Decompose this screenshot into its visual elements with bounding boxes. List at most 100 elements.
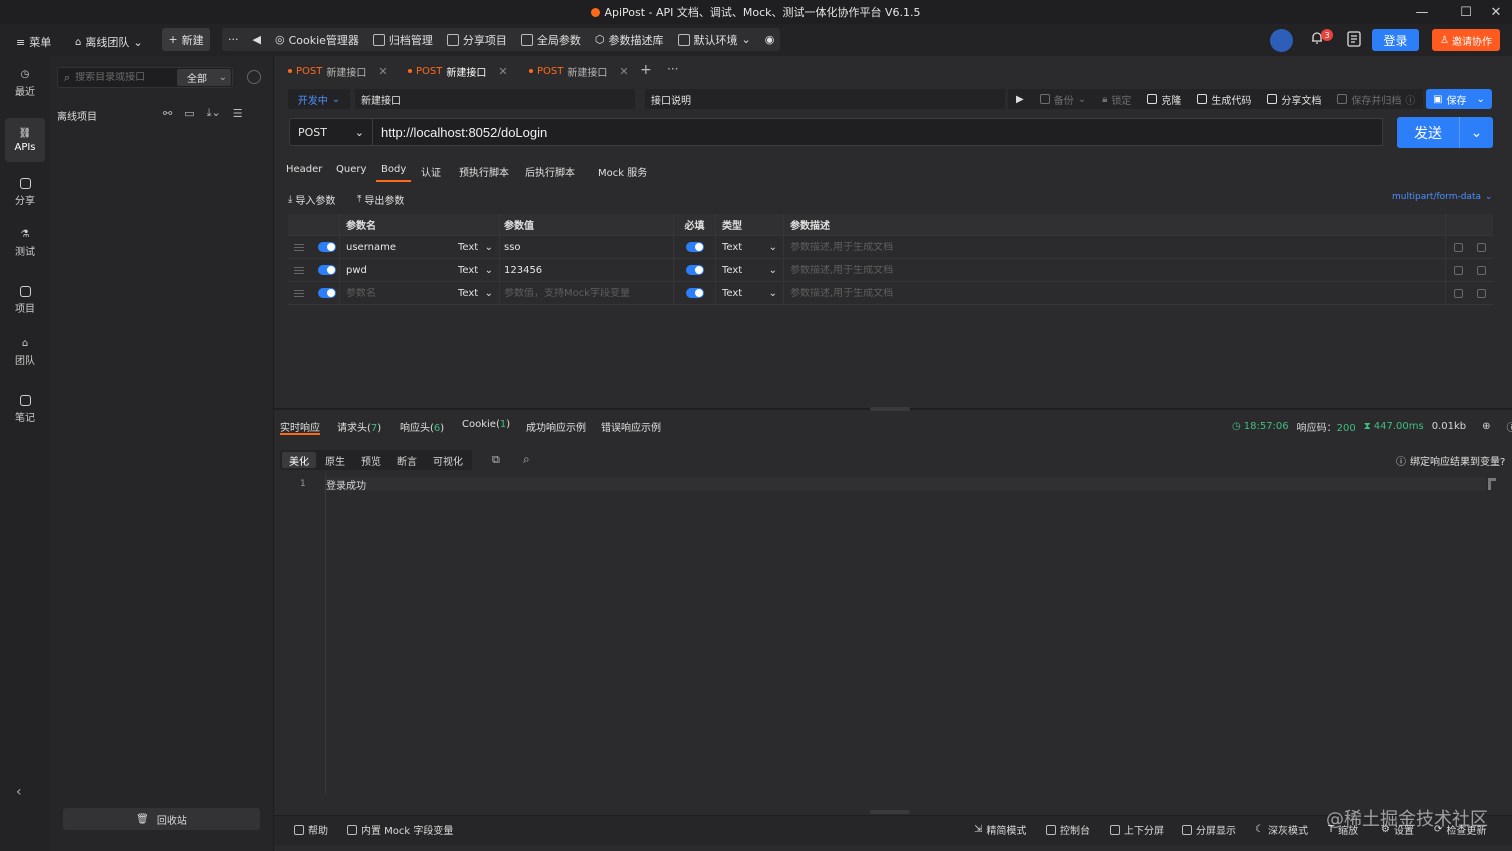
cube-icon[interactable] bbox=[1454, 265, 1463, 275]
nav-project[interactable]: 项目 bbox=[5, 278, 45, 322]
tab-api-3[interactable]: POST 新建接口 ✕ bbox=[523, 60, 635, 82]
backup-button[interactable]: 备份 ⌄ bbox=[1039, 92, 1086, 107]
view-assert[interactable]: 断言 bbox=[390, 452, 424, 468]
tab-post-script[interactable]: 后执行脚本 bbox=[525, 164, 575, 182]
view-visualize[interactable]: 可视化 bbox=[426, 452, 470, 468]
tab-pre-script[interactable]: 预执行脚本 bbox=[459, 164, 509, 182]
eye-icon[interactable]: ◉ bbox=[765, 33, 775, 46]
globe-icon[interactable]: ⊕ bbox=[1482, 421, 1490, 432]
trash-icon[interactable] bbox=[1477, 265, 1486, 275]
required-toggle[interactable] bbox=[685, 265, 704, 275]
minimize-button[interactable]: — bbox=[1404, 0, 1440, 24]
drag-handle-icon[interactable] bbox=[294, 243, 304, 251]
status-selector[interactable]: 开发中 ⌄ bbox=[288, 89, 350, 109]
run-icon[interactable]: ▶ bbox=[1016, 94, 1024, 105]
search-input[interactable] bbox=[75, 72, 176, 83]
method-select[interactable]: POST ⌄ bbox=[289, 118, 373, 146]
param-type-select[interactable]: Text ⌄ bbox=[452, 242, 499, 253]
view-preview[interactable]: 预览 bbox=[354, 452, 388, 468]
locate-icon[interactable] bbox=[247, 70, 261, 84]
enable-toggle[interactable] bbox=[318, 242, 336, 252]
add-api-icon[interactable]: ⚯ bbox=[163, 107, 172, 120]
help-button[interactable]: 帮助 bbox=[294, 822, 328, 837]
nav-apis[interactable]: ⛓ APIs bbox=[5, 118, 45, 162]
tab-api-2[interactable]: POST 新建接口 ✕ bbox=[402, 60, 514, 82]
nav-test[interactable]: ⚗ 测试 bbox=[5, 221, 45, 265]
bind-variable-link[interactable]: ⓘ 绑定响应结果到变量? bbox=[1396, 453, 1505, 468]
tab-more-icon[interactable]: ··· bbox=[667, 62, 678, 76]
view-raw[interactable]: 原生 bbox=[318, 452, 352, 468]
import-icon[interactable]: ⤓⌄ bbox=[207, 106, 221, 120]
env-selector[interactable]: 默认环境 ⌄ bbox=[677, 32, 751, 48]
param-name-input[interactable] bbox=[346, 287, 447, 299]
tab-header[interactable]: Header bbox=[286, 164, 322, 182]
param-name-input[interactable] bbox=[346, 241, 447, 253]
enable-toggle[interactable] bbox=[318, 265, 336, 275]
back-arrow-icon[interactable]: ◀ bbox=[253, 33, 261, 46]
copy-icon[interactable]: ⧉ bbox=[492, 453, 500, 467]
response-editor[interactable] bbox=[284, 474, 1500, 794]
simple-mode-button[interactable]: ⇲ 精简模式 bbox=[974, 822, 1026, 837]
content-type-select[interactable]: multipart/form-data ⌄ bbox=[1392, 192, 1493, 202]
cookie-manager-button[interactable]: ◎ Cookie管理器 bbox=[275, 32, 359, 48]
mock-fields-button[interactable]: 内置 Mock 字段变量 bbox=[347, 822, 453, 837]
field-type-select[interactable]: Text ⌄ bbox=[716, 242, 783, 253]
enable-toggle[interactable] bbox=[318, 288, 336, 298]
field-type-select[interactable]: Text ⌄ bbox=[716, 265, 783, 276]
archive-button[interactable]: 归档管理 bbox=[372, 32, 433, 48]
api-name-input[interactable] bbox=[355, 89, 635, 109]
tab-response-headers[interactable]: 响应头(6) bbox=[400, 419, 444, 435]
import-params-button[interactable]: ⤓ 导入参数 bbox=[288, 192, 335, 207]
tab-request-headers[interactable]: 请求头(7) bbox=[337, 419, 381, 435]
param-value-input[interactable] bbox=[504, 241, 665, 253]
trash-icon[interactable] bbox=[1477, 242, 1486, 252]
nav-recent[interactable]: ◷ 最近 bbox=[5, 61, 45, 105]
sort-icon[interactable]: ☰ bbox=[233, 107, 243, 120]
required-toggle[interactable] bbox=[685, 288, 704, 298]
menu-button[interactable]: ≡ 菜单 bbox=[16, 34, 51, 50]
close-icon[interactable]: ✕ bbox=[498, 65, 507, 78]
param-name-input[interactable] bbox=[346, 264, 447, 276]
add-folder-icon[interactable]: ▭ bbox=[184, 107, 194, 120]
minimap-indicator[interactable] bbox=[1488, 478, 1496, 490]
share-project-button[interactable]: 分享项目 bbox=[446, 32, 507, 48]
close-icon[interactable]: ✕ bbox=[619, 65, 628, 78]
param-value-input[interactable] bbox=[504, 287, 665, 299]
param-desc-input[interactable] bbox=[790, 264, 1413, 276]
close-window-button[interactable]: ✕ bbox=[1478, 0, 1512, 24]
api-desc-input[interactable] bbox=[645, 89, 1005, 109]
export-params-button[interactable]: ⤒ 导出参数 bbox=[357, 192, 404, 207]
add-tab-icon[interactable]: + bbox=[640, 62, 652, 78]
save-archive-button[interactable]: 保存并归档 ⓘ bbox=[1337, 92, 1415, 107]
nav-share[interactable]: 分享 bbox=[5, 170, 45, 214]
team-selector[interactable]: ⌂ 离线团队 ⌄ bbox=[75, 34, 143, 50]
doc-icon[interactable] bbox=[1347, 31, 1361, 47]
param-type-select[interactable]: Text ⌄ bbox=[452, 288, 499, 299]
chevron-down-icon[interactable]: ⌄ bbox=[1460, 125, 1493, 141]
param-desc-input[interactable] bbox=[790, 241, 1413, 253]
field-type-select[interactable]: Text ⌄ bbox=[716, 288, 783, 299]
clone-button[interactable]: 克隆 bbox=[1147, 92, 1181, 107]
console-button[interactable]: 控制台 bbox=[1046, 822, 1090, 837]
collapse-sidebar-icon[interactable]: ‹ bbox=[16, 784, 22, 800]
tab-error-example[interactable]: 错误响应示例 bbox=[601, 419, 661, 435]
invite-button[interactable]: ♙ 邀请协作 bbox=[1432, 29, 1500, 51]
drag-handle-icon[interactable] bbox=[294, 289, 304, 297]
save-button[interactable]: ▣ 保存 ⌄ bbox=[1426, 89, 1492, 109]
view-pretty[interactable]: 美化 bbox=[282, 452, 316, 468]
tab-cookie[interactable]: Cookie(1) bbox=[462, 419, 510, 435]
filter-select[interactable]: 全部 ⌄ bbox=[177, 69, 231, 86]
param-desc-input[interactable] bbox=[790, 287, 1413, 299]
drag-handle-icon[interactable] bbox=[294, 266, 304, 274]
split-display-button[interactable]: 分屏显示 bbox=[1182, 822, 1236, 837]
resize-handle[interactable] bbox=[870, 407, 910, 411]
tab-query[interactable]: Query bbox=[336, 164, 366, 182]
gen-code-button[interactable]: 生成代码 bbox=[1197, 92, 1251, 107]
tab-body[interactable]: Body bbox=[376, 164, 412, 182]
split-vertical-button[interactable]: 上下分屏 bbox=[1110, 822, 1164, 837]
param-type-select[interactable]: Text ⌄ bbox=[452, 265, 499, 276]
trash-icon[interactable] bbox=[1477, 288, 1486, 298]
resize-handle[interactable] bbox=[870, 810, 910, 814]
more-button[interactable]: ··· bbox=[228, 33, 239, 46]
info-icon[interactable]: ⓘ bbox=[1507, 419, 1512, 434]
